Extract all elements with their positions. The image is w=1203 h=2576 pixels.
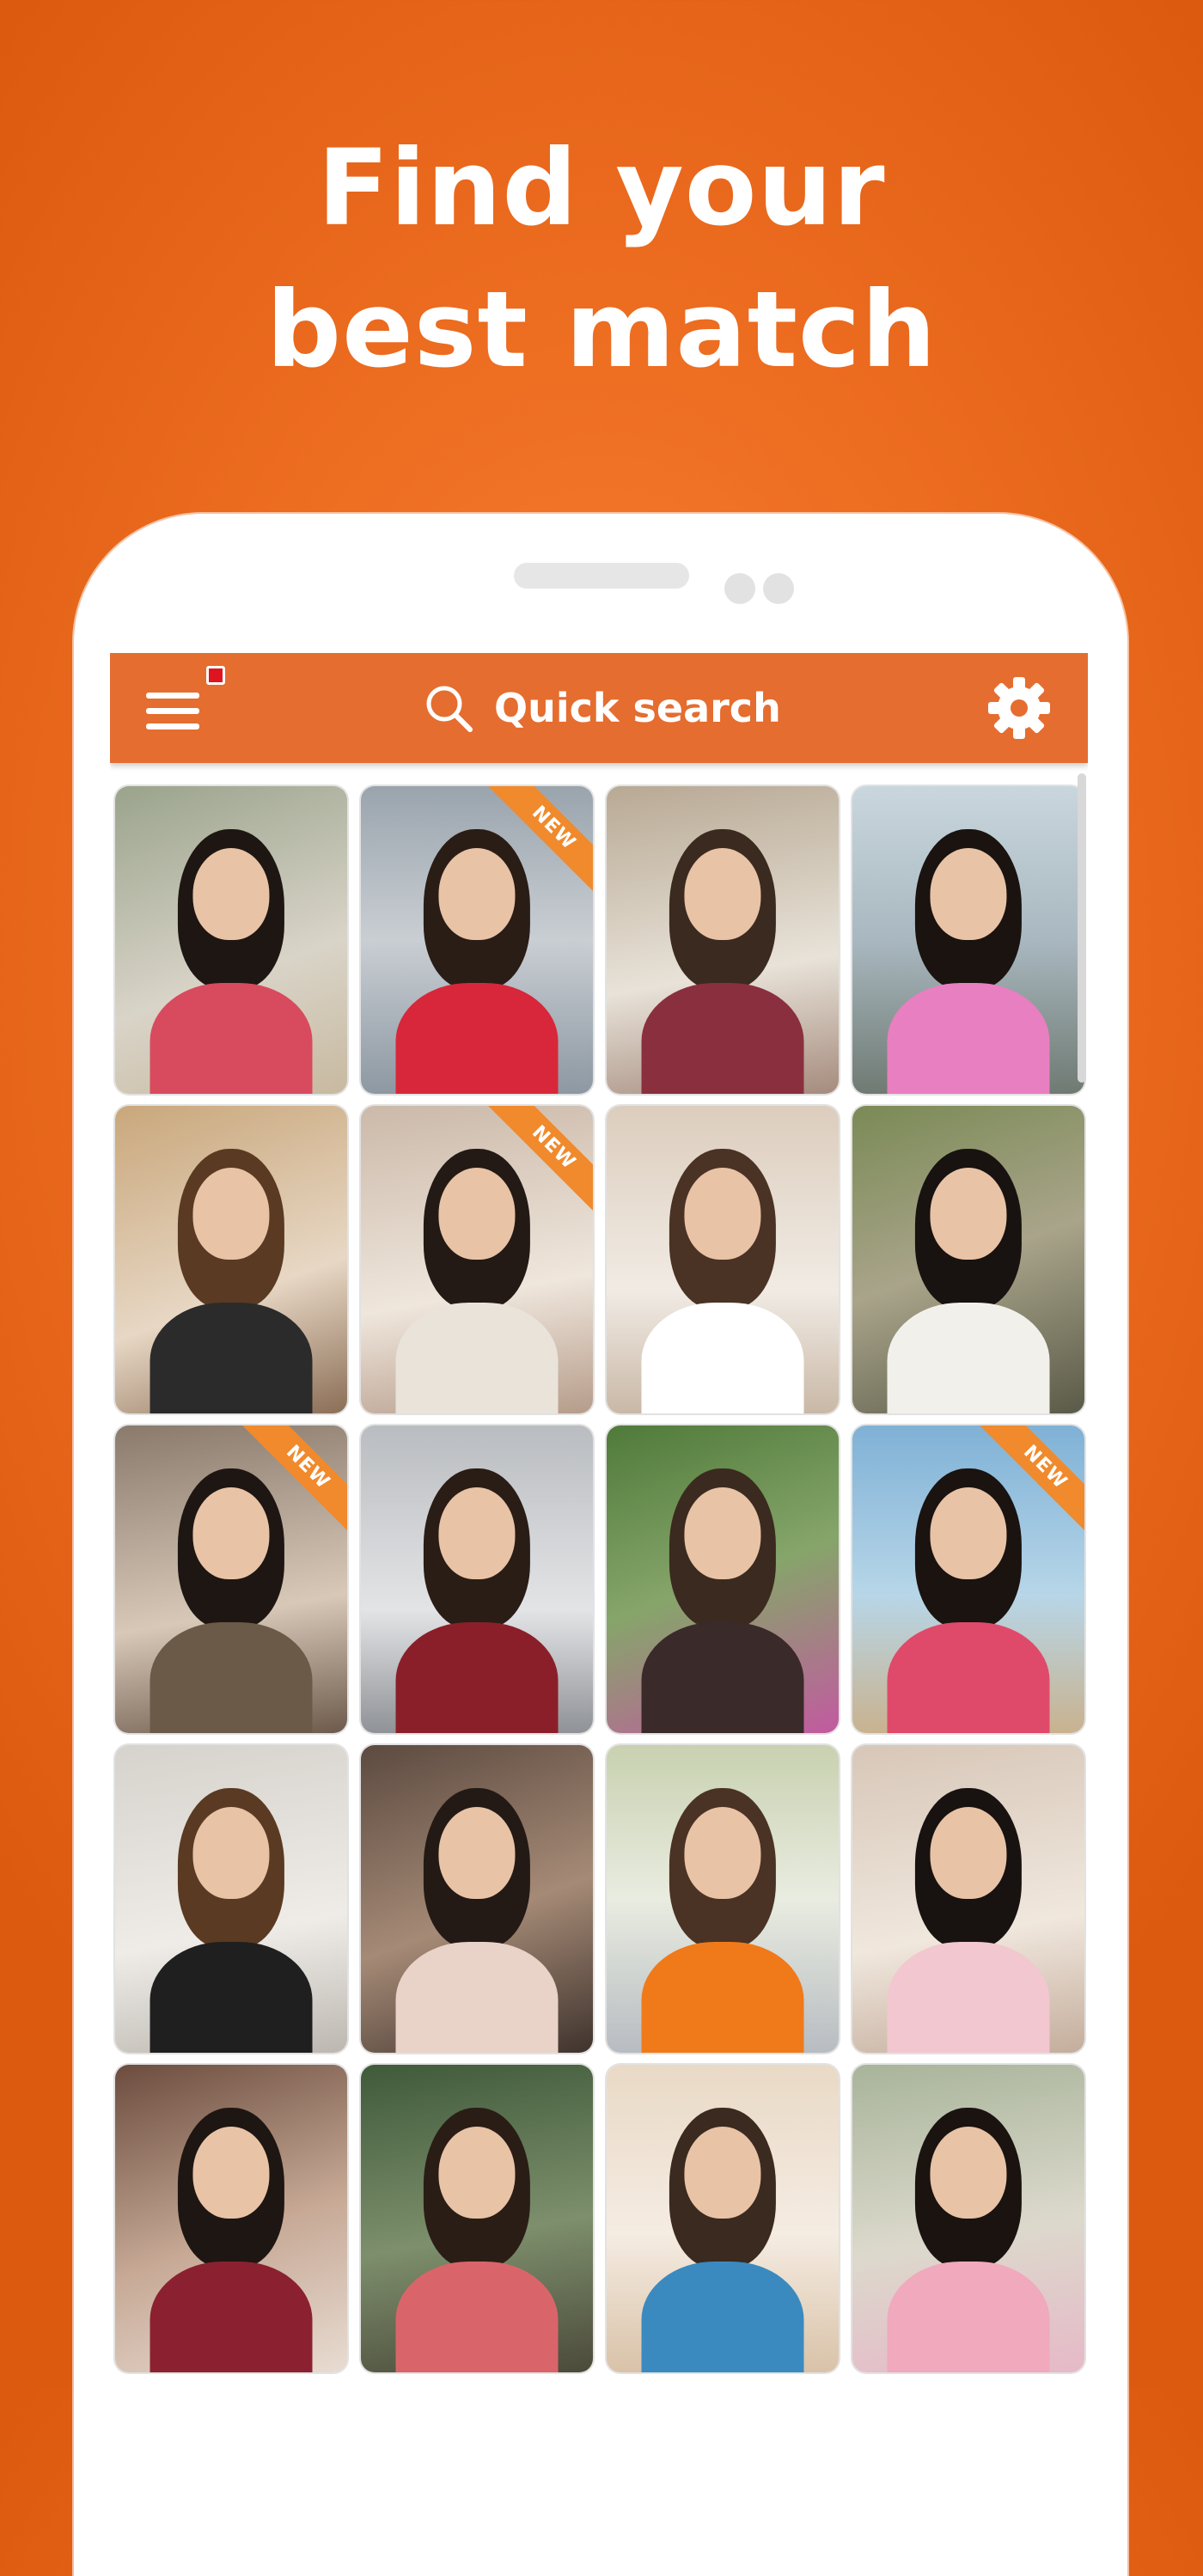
profile-photo xyxy=(852,2065,1084,2372)
profile-card[interactable]: NEW xyxy=(361,1106,593,1413)
gear-icon[interactable] xyxy=(986,675,1052,741)
profile-photo xyxy=(115,786,347,1094)
profile-card[interactable] xyxy=(852,2065,1084,2372)
phone-speaker xyxy=(514,563,689,589)
profile-card[interactable] xyxy=(852,786,1084,1094)
profile-photo xyxy=(852,786,1084,1094)
notification-dot xyxy=(206,666,225,685)
profile-photo xyxy=(115,1106,347,1413)
profile-card[interactable] xyxy=(607,1425,839,1733)
profile-card[interactable]: NEW xyxy=(115,1425,347,1733)
phone-camera xyxy=(724,573,755,604)
profile-card[interactable] xyxy=(361,1425,593,1733)
profile-photo xyxy=(852,1745,1084,2053)
profile-card[interactable] xyxy=(361,1745,593,2053)
profile-photo xyxy=(607,1425,839,1733)
app-screen: Quick search NEW NEW NEW NEW xyxy=(110,653,1088,2389)
profile-photo xyxy=(361,1745,593,2053)
quick-search-label: Quick search xyxy=(494,685,781,731)
profile-photo xyxy=(607,786,839,1094)
profile-photo xyxy=(852,1106,1084,1413)
profile-card[interactable] xyxy=(607,786,839,1094)
profile-photo xyxy=(607,1106,839,1413)
hamburger-menu-icon xyxy=(146,693,199,699)
profile-card[interactable] xyxy=(607,2065,839,2372)
headline-line-1: Find your xyxy=(317,127,886,249)
phone-sensor xyxy=(763,573,794,604)
app-bar: Quick search xyxy=(110,653,1088,763)
quick-search-button[interactable]: Quick search xyxy=(424,675,781,741)
profile-grid: NEW NEW NEW NEW xyxy=(115,786,1086,2372)
profile-card[interactable]: NEW xyxy=(852,1425,1084,1733)
menu-button[interactable] xyxy=(146,684,208,736)
headline-line-2: best match xyxy=(266,269,937,391)
profile-photo xyxy=(361,1425,593,1733)
profile-card[interactable] xyxy=(852,1106,1084,1413)
profile-card[interactable] xyxy=(115,786,347,1094)
profile-card[interactable] xyxy=(607,1745,839,2053)
search-icon xyxy=(424,683,473,733)
profile-card[interactable]: NEW xyxy=(361,786,593,1094)
scrollbar[interactable] xyxy=(1078,773,1086,1083)
profile-photo xyxy=(607,2065,839,2372)
profile-photo xyxy=(607,1745,839,2053)
profile-card[interactable] xyxy=(361,2065,593,2372)
profile-photo xyxy=(361,2065,593,2372)
profile-photo xyxy=(115,2065,347,2372)
profile-card[interactable] xyxy=(607,1106,839,1413)
profile-card[interactable] xyxy=(115,1745,347,2053)
profile-card[interactable] xyxy=(115,1106,347,1413)
profile-photo xyxy=(115,1745,347,2053)
profile-card[interactable] xyxy=(852,1745,1084,2053)
profile-card[interactable] xyxy=(115,2065,347,2372)
